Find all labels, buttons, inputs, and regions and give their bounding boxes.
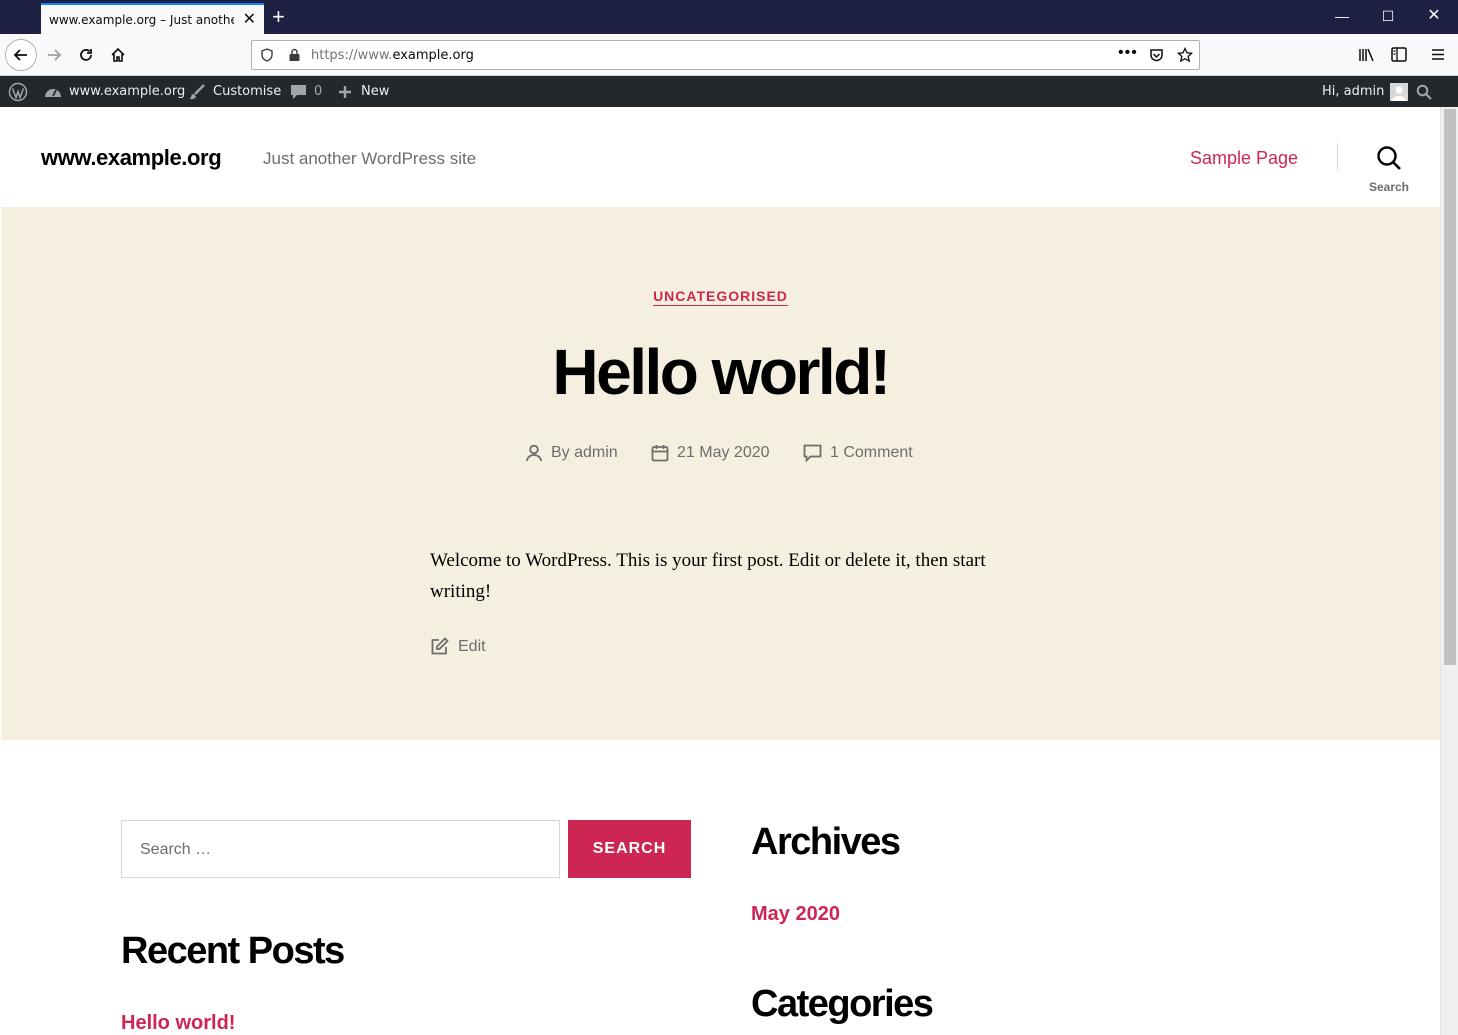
wp-logo-button[interactable] — [8, 76, 28, 107]
adminbar-site-name: www.example.org — [69, 84, 186, 99]
url-text[interactable]: https://www.example.org — [311, 48, 474, 63]
post-date[interactable]: 21 May 2020 — [651, 441, 770, 465]
archives-title: Archives — [751, 821, 901, 863]
site-description: Just another WordPress site — [263, 149, 477, 168]
post-title: Hello world! — [552, 336, 891, 408]
recent-post-link[interactable]: Hello world! — [121, 1012, 235, 1035]
window-close-icon[interactable]: ✕ — [1422, 6, 1446, 26]
post-author[interactable]: By admin — [525, 441, 618, 465]
post-category: UNCATEGORISED — [1, 288, 1440, 306]
post-date-label: 21 May 2020 — [677, 444, 770, 461]
search-icon — [1416, 84, 1432, 100]
forward-button[interactable] — [39, 40, 69, 70]
reload-button[interactable] — [71, 40, 101, 70]
edit-pencil-icon — [431, 637, 449, 655]
back-arrow-icon — [13, 49, 27, 61]
home-icon — [111, 47, 125, 62]
adminbar-comments-link[interactable]: 0 — [290, 76, 322, 107]
avatar-icon — [1390, 82, 1409, 101]
site-title[interactable]: www.example.org — [41, 145, 222, 171]
scrollbar-thumb[interactable] — [1444, 109, 1456, 665]
search-toggle-label: Search — [1368, 180, 1410, 194]
post-author-label: By admin — [551, 444, 618, 461]
edit-link-label: Edit — [458, 637, 486, 655]
tab-title: www.example.org – Just another WordPress… — [49, 12, 234, 27]
adminbar-new-link[interactable]: New — [338, 76, 389, 107]
back-button[interactable] — [5, 39, 37, 71]
browser-window: www.example.org – Just another WordPress… — [0, 0, 1458, 1035]
new-tab-icon[interactable]: + — [272, 5, 285, 29]
tab-close-icon[interactable]: ✕ — [243, 11, 256, 29]
adminbar-comments-count: 0 — [314, 84, 323, 99]
adminbar-my-account[interactable]: Hi, admin — [1322, 76, 1409, 107]
sidebar-icon[interactable] — [1391, 47, 1407, 62]
post-header: UNCATEGORISED Hello world! By admin 21 M… — [1, 207, 1440, 740]
bookmark-star-icon[interactable] — [1177, 47, 1193, 63]
adminbar-site-link[interactable]: www.example.org — [44, 76, 185, 107]
url-bar[interactable]: https://www.example.org ••• — [251, 40, 1200, 70]
nav-link-sample-page[interactable]: Sample Page — [1190, 148, 1298, 169]
adminbar-customise-label: Customise — [213, 84, 282, 99]
calendar-icon — [651, 445, 669, 462]
archive-link[interactable]: May 2020 — [751, 903, 840, 926]
header-divider — [1337, 143, 1338, 171]
forward-arrow-icon — [48, 49, 62, 61]
minimize-icon[interactable]: — — [1330, 6, 1354, 26]
post-comments-link[interactable]: 1 Comment — [803, 441, 913, 465]
paintbrush-icon — [189, 83, 205, 99]
home-button[interactable] — [103, 40, 133, 70]
adminbar-greeting: Hi, admin — [1322, 84, 1385, 99]
post-edit-link[interactable]: Edit — [430, 637, 486, 656]
widget-search-input[interactable]: Search … — [121, 820, 560, 878]
browser-tab[interactable]: www.example.org – Just another WordPress… — [41, 3, 264, 34]
user-icon — [526, 444, 542, 462]
plus-icon — [339, 85, 351, 98]
comment-icon — [803, 444, 822, 462]
hamburger-menu-icon[interactable] — [1431, 48, 1445, 61]
page-scrollbar[interactable] — [1440, 107, 1458, 1035]
page-actions-icon[interactable]: ••• — [1118, 44, 1138, 62]
navigation-toolbar: https://www.example.org ••• — [0, 34, 1458, 76]
comment-bubble-icon — [291, 84, 306, 99]
category-link[interactable]: UNCATEGORISED — [653, 288, 788, 306]
page-viewport: www.example.org Just another WordPress s… — [1, 107, 1440, 1035]
dashboard-icon — [45, 88, 61, 97]
recent-posts-title: Recent Posts — [121, 930, 345, 972]
maximize-icon[interactable]: ☐ — [1376, 6, 1400, 26]
tracking-shield-icon[interactable] — [260, 48, 274, 62]
library-icon[interactable] — [1358, 47, 1375, 63]
adminbar-search-button[interactable] — [1416, 76, 1432, 107]
title-bar: www.example.org – Just another WordPress… — [0, 0, 1458, 34]
post-comments-label: 1 Comment — [830, 444, 913, 461]
search-icon — [1377, 146, 1401, 170]
pocket-icon[interactable] — [1149, 48, 1164, 63]
categories-title: Categories — [751, 983, 934, 1025]
adminbar-customise-link[interactable]: Customise — [188, 76, 281, 107]
wordpress-logo-icon — [8, 82, 28, 101]
post-content: Welcome to WordPress. This is your first… — [430, 550, 986, 602]
adminbar-new-label: New — [361, 84, 390, 99]
header-search-toggle[interactable]: Search — [1361, 145, 1417, 194]
search-placeholder: Search … — [140, 841, 212, 858]
widget-search-button[interactable]: SEARCH — [568, 820, 691, 878]
wp-admin-bar: www.example.org Customise 0 New Hi, admi… — [0, 76, 1458, 107]
lock-icon[interactable] — [288, 48, 301, 62]
reload-icon — [80, 49, 92, 61]
